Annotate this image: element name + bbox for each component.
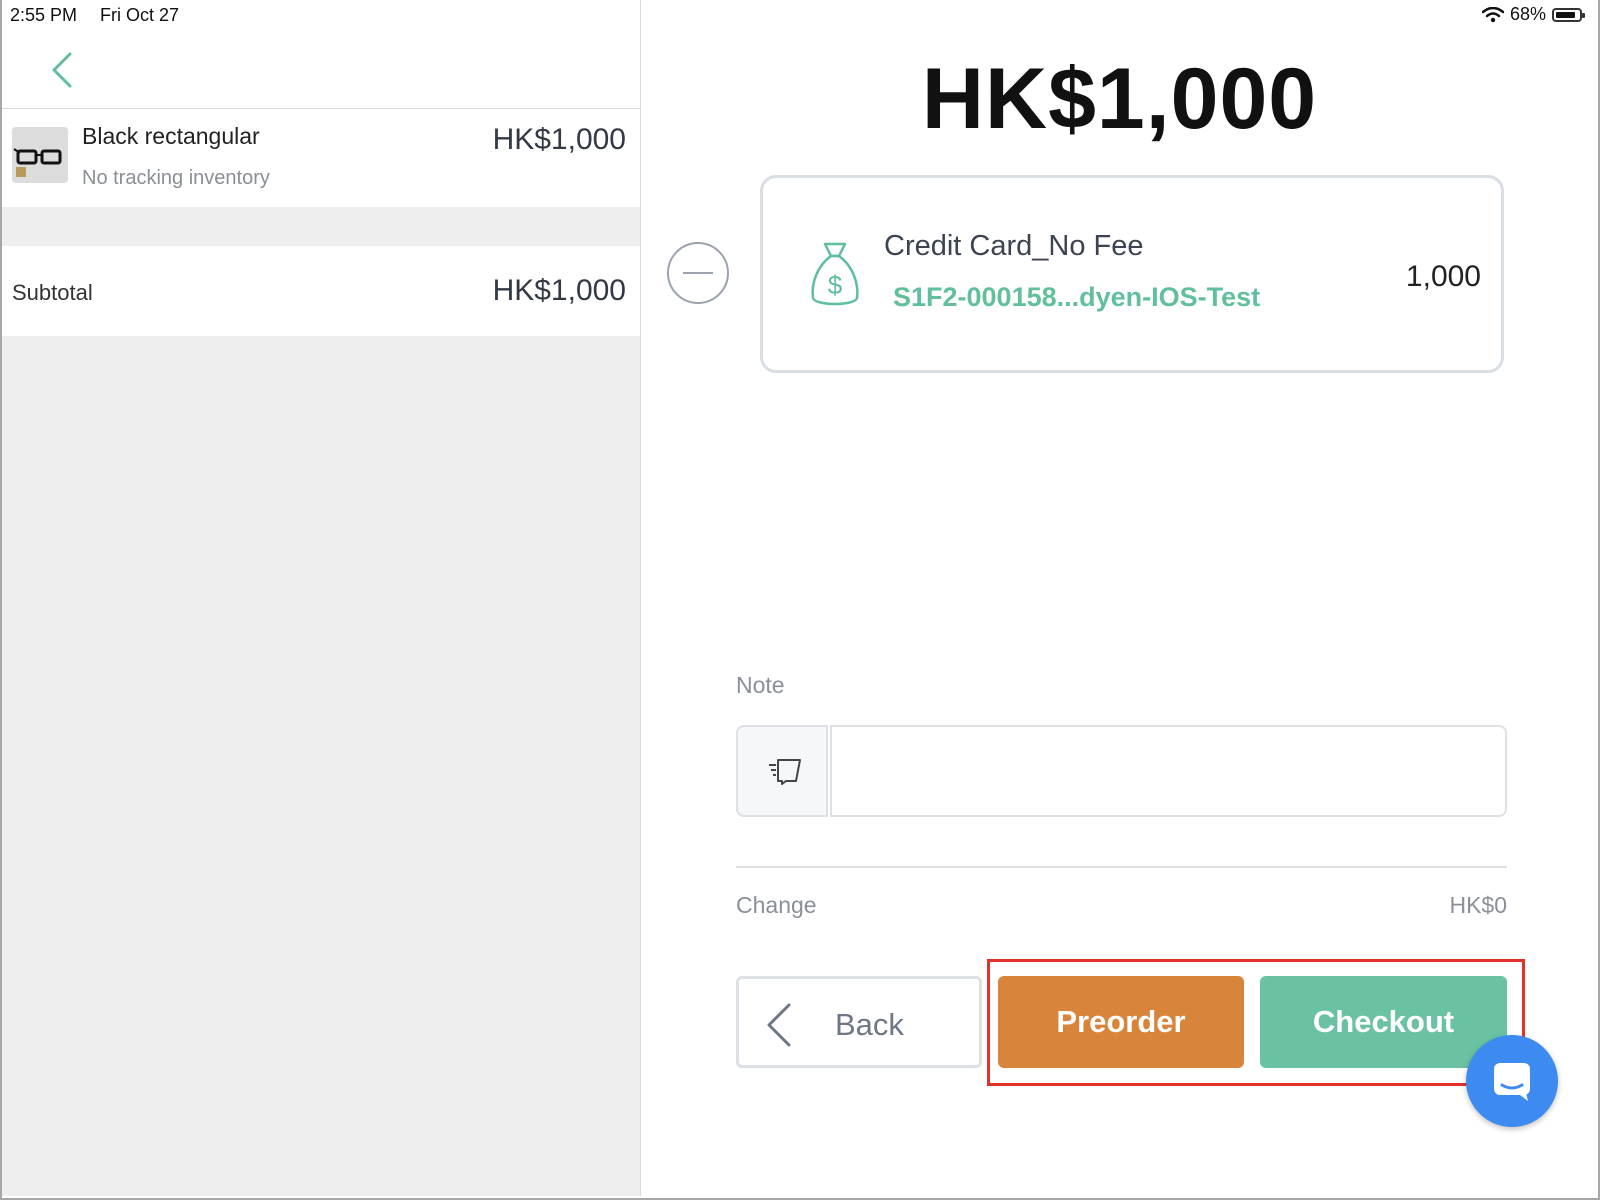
money-bag-icon: $: [811, 242, 859, 306]
svg-text:$: $: [828, 270, 843, 300]
checkout-button[interactable]: Checkout: [1260, 976, 1507, 1068]
cart-item-row[interactable]: Black rectangular No tracking inventory …: [2, 109, 640, 207]
battery-percent: 68%: [1509, 4, 1546, 24]
status-indicators: 68%: [1481, 4, 1585, 25]
change-value: HK$0: [1449, 892, 1507, 918]
status-date: Fri Oct 27: [100, 5, 180, 25]
item-name: Black rectangular: [82, 123, 260, 149]
remove-payment-button[interactable]: [667, 242, 729, 304]
glasses-icon: [12, 127, 68, 183]
subtotal-row: Subtotal HK$1,000: [2, 246, 640, 336]
product-thumbnail: [12, 127, 68, 183]
total-amount: HK$1,000: [921, 51, 1318, 147]
status-time: 2:55 PM: [10, 5, 78, 25]
chat-icon: [1494, 1063, 1530, 1101]
back-button-label: Back: [835, 1007, 904, 1042]
chevron-left-icon: [767, 1003, 791, 1047]
divider: [736, 866, 1507, 868]
wifi-icon: [1481, 6, 1504, 22]
preorder-button[interactable]: Preorder: [998, 976, 1244, 1068]
subtotal-value: HK$1,000: [492, 274, 626, 307]
note-icon-box: [736, 725, 828, 817]
status-bar: 2:55 PM Fri Oct 27 68%: [0, 0, 1596, 30]
payment-amount: 1,000: [1405, 260, 1481, 293]
payment-method-name: Credit Card_No Fee: [884, 230, 1144, 262]
payment-method-card[interactable]: $ Credit Card_No Fee S1F2-000158...dyen-…: [760, 175, 1504, 373]
back-chevron-icon[interactable]: [44, 48, 78, 92]
note-icon: [769, 759, 801, 785]
chat-support-button[interactable]: [1466, 1035, 1558, 1127]
back-button[interactable]: Back: [736, 976, 982, 1068]
battery-icon: [1552, 7, 1585, 22]
item-inventory-status: No tracking inventory: [82, 167, 270, 189]
note-input[interactable]: [830, 725, 1507, 817]
payment-panel: HK$1,000 $ Credit Card_No Fee S1F2-00015…: [641, 0, 1598, 1196]
item-price: HK$1,000: [492, 123, 626, 156]
cart-panel: Black rectangular No tracking inventory …: [2, 0, 641, 1196]
payment-reference: S1F2-000158...dyen-IOS-Test: [893, 282, 1261, 312]
subtotal-label: Subtotal: [12, 280, 93, 305]
note-label: Note: [736, 672, 785, 698]
change-label: Change: [736, 892, 817, 918]
